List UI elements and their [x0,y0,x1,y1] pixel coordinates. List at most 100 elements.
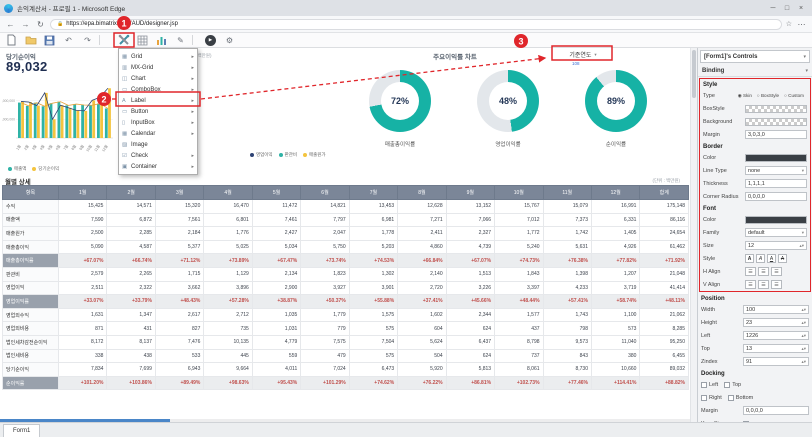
position-width-input[interactable]: 100▴▾ [743,305,809,314]
table-cell: 2,327 [446,227,494,241]
position-zindex-input[interactable]: 91▴▾ [743,357,809,366]
align-left-icon[interactable]: ☰ [745,267,756,276]
position-top-input[interactable]: 13▴▾ [743,344,809,353]
menu-item-check[interactable]: ☑Check▸ [119,150,197,161]
align-middle-icon[interactable]: ☰ [758,280,769,289]
align-top-icon[interactable]: ☰ [745,280,756,289]
type-radio-custom[interactable]: ○ Custom [784,93,804,98]
refresh-icon[interactable]: ↻ [35,20,46,29]
detail-table[interactable]: 항목1월2월3월4월5월6월7월8월9월10월11월12월합계 수익15,425… [2,185,689,390]
menu-item-mx-grid[interactable]: ▥MX-Grid▸ [119,62,197,73]
donut-percent: 72% [391,96,409,106]
align-bottom-icon[interactable]: ☰ [771,280,782,289]
line-type-select[interactable]: none▾ [745,166,807,175]
container-icon: ▣ [122,164,131,170]
italic-button[interactable]: A [756,254,765,263]
menu-item-inputbox[interactable]: ▯InputBox▸ [119,117,197,128]
corner-radius-input[interactable]: 0,0,0,0 [745,192,807,201]
font-style-label: Style [703,256,745,262]
position-height-input[interactable]: 23▴▾ [743,318,809,327]
menu-item-label: Calendar [131,131,191,137]
undo-icon[interactable]: ↶ [61,34,76,47]
save-icon[interactable] [42,34,57,47]
font-color-swatch[interactable] [745,216,807,224]
redo-icon[interactable]: ↷ [80,34,95,47]
underline-button[interactable]: A [767,254,776,263]
thickness-input[interactable]: 1,1,1,1 [745,179,807,188]
menu-item-grid[interactable]: ▦Grid▸ [119,51,197,62]
docking-right-checkbox[interactable]: Right [701,395,722,401]
designer-canvas[interactable]: 당기순이익 89,032 8,000,000,0004,000,000,0001… [0,48,690,422]
menu-item-label[interactable]: ALabel▸ [119,95,197,106]
maximize-button[interactable]: □ [780,5,794,12]
browser-menu-icon[interactable]: ⋯ [796,20,807,29]
table-cell: 6,943 [155,363,203,377]
url-field[interactable]: 🔒 https://epa.bimatrix.com/AUD/designer.… [50,19,782,30]
table-cell: 6,455 [640,349,689,363]
base-year-label[interactable]: 기준연도 ▾ [558,49,608,60]
settings-gear-icon[interactable]: ⚙ [222,34,237,47]
table-cell: +66.74% [107,254,155,268]
base-year-text: 기준연도 [569,50,591,59]
docking-top-checkbox[interactable]: Top [724,382,741,388]
type-radio-skin[interactable]: ◉ Skin [738,93,752,99]
table-cell: 779 [301,322,349,336]
docking-left-checkbox[interactable]: Left [701,382,718,388]
margin-input[interactable]: 3,0,3,0 [745,130,807,139]
svg-text:12월: 12월 [100,144,108,153]
tab-form1[interactable]: Form1 [3,424,40,437]
align-right-icon[interactable]: ☰ [771,267,782,276]
border-color-swatch[interactable] [745,154,807,162]
background-label: Background [703,119,745,125]
font-size-input[interactable]: 12▴▾ [745,241,807,250]
align-center-icon[interactable]: ☰ [758,267,769,276]
scrollbar-thumb[interactable] [692,50,696,98]
table-cell: +76.22% [398,376,446,390]
minimize-button[interactable]: ─ [766,5,780,12]
menu-item-button[interactable]: ▭Button▸ [119,106,197,117]
docking-bottom-checkbox[interactable]: Bottom [728,395,753,401]
table-row: 법인세차감전순이익8,1728,1377,47610,1354,7797,575… [3,335,689,349]
strikethrough-button[interactable]: A [778,254,787,263]
canvas-vertical-scrollbar[interactable] [690,48,697,422]
edit-pencil-icon[interactable]: ✎ [173,34,188,47]
docking-margin-input[interactable]: 0,0,0,0 [743,406,809,415]
table-cell: 1,772 [495,227,543,241]
controls-header-dropdown[interactable]: [Form1]'s Controls ▾ [700,50,810,63]
section-border-title: Border [700,141,810,151]
menu-item-chart[interactable]: ◫Chart▸ [119,73,197,84]
grid-icon[interactable] [135,34,150,47]
favorite-star-icon[interactable]: ☆ [786,20,792,28]
table-cell: 1,776 [204,227,252,241]
type-radio-boxstyle[interactable]: ○ BoxStyle [757,93,779,98]
table-cell: 2,265 [107,267,155,281]
table-cell: 5,090 [59,240,107,254]
table-cell: 7,504 [349,335,397,349]
preview-play-icon[interactable]: ▶ [203,34,218,47]
chart-icon[interactable] [154,34,169,47]
menu-item-combobox[interactable]: ▭ComboBox▸ [119,84,197,95]
type-radio-group[interactable]: ◉ Skin ○ BoxStyle ○ Custom [738,93,807,99]
new-document-icon[interactable] [4,34,19,47]
open-folder-icon[interactable] [23,34,38,47]
donut-ring: 89% [585,70,647,132]
position-zindex-row: Zindex91▴▾ [698,355,812,368]
menu-item-container[interactable]: ▣Container▸ [119,161,197,172]
boxstyle-swatch[interactable] [745,105,807,113]
menu-item-calendar[interactable]: ▦Calendar▸ [119,128,197,139]
font-family-select[interactable]: default▾ [745,228,807,237]
binding-row[interactable]: Binding ▾ [698,65,812,77]
forward-icon[interactable]: → [20,20,31,29]
background-swatch[interactable] [745,118,807,126]
table-cell: 1,405 [591,227,639,241]
table-cell: 504 [398,349,446,363]
position-left-input[interactable]: 1226▴▾ [743,331,809,340]
table-cell: 4,739 [446,240,494,254]
window-title: 손익계산서 - 프로필 1 - Microsoft Edge [17,3,766,13]
legend-dot-icon [250,153,254,157]
bold-button[interactable]: A [745,254,754,263]
menu-item-image[interactable]: ▨Image [119,139,197,150]
close-button[interactable]: × [794,5,808,12]
insert-control-icon[interactable] [116,34,131,47]
back-icon[interactable]: ← [5,20,16,29]
